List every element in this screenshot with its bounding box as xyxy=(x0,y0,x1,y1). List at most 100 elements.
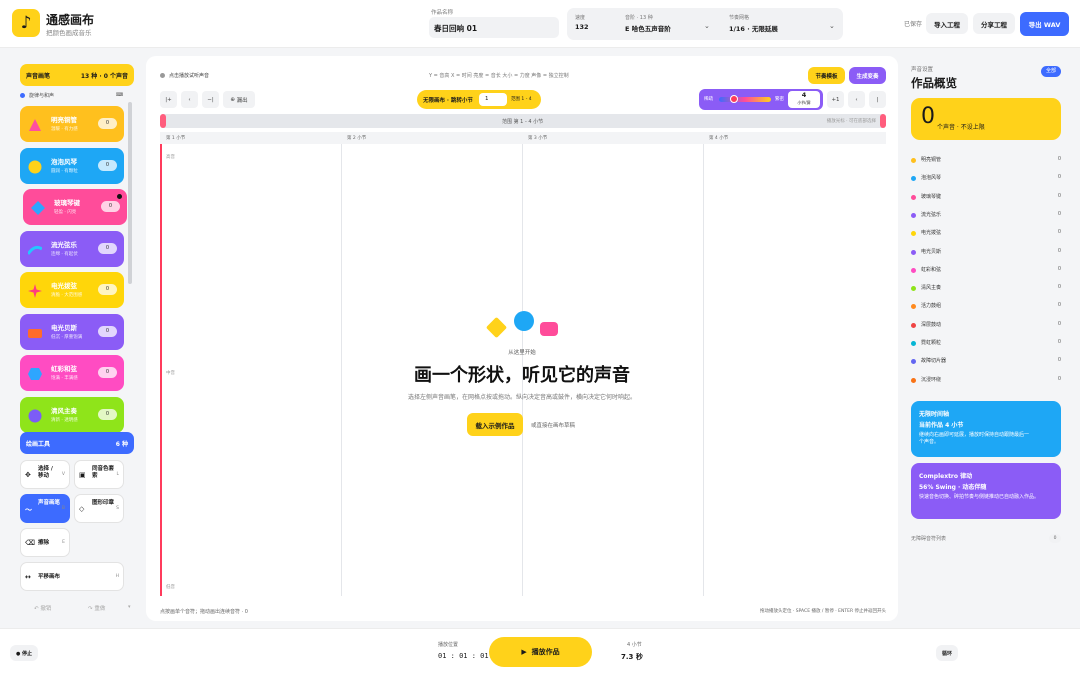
project-name-input[interactable]: 春日回响 01 xyxy=(429,17,559,38)
tool-button[interactable]: 〜声音画笔 B xyxy=(20,494,70,523)
play-hint: 点击播放试听声音 xyxy=(169,73,210,79)
instrument-item[interactable]: 玻璃琴键 轻盈 · 闪亮 0 xyxy=(23,189,127,225)
diamond-shape-icon xyxy=(31,200,45,215)
keyboard-icon: ⌨ xyxy=(116,92,124,98)
saved-status: 已保存 xyxy=(904,21,923,28)
overview-row: 流光弦乐 0 xyxy=(911,209,1061,221)
overview-row: 虹彩和弦 0 xyxy=(911,264,1061,276)
tool-icon: ✥ xyxy=(25,471,31,479)
accessible-list-label[interactable]: 无障碍音符列表 xyxy=(911,535,946,542)
instrument-count: 0 xyxy=(98,242,117,254)
load-example-button[interactable]: 载入示例作品 xyxy=(467,413,523,436)
tool-label: 平移画布 xyxy=(38,574,61,580)
density-control: 稀疏 繁密 4 小节/屏 xyxy=(699,89,823,110)
instrument-name: 流光弦乐 xyxy=(51,240,77,249)
brush-title: 声音画笔 xyxy=(26,73,51,80)
bar-ruler: 第 1 小节 第 2 小节 第 3 小节 第 4 小节 xyxy=(160,132,886,144)
go-end-button[interactable]: | xyxy=(869,91,886,108)
grid-select[interactable]: 1/16 · 无限延展 xyxy=(729,23,778,33)
overview-row-value: 0 xyxy=(1057,247,1061,254)
infinite-label: 无限画布 · 跳转小节 xyxy=(423,98,473,104)
app-header: ♪ 通感画布 把颜色画成音乐 作品名称 春日回响 01 速度 132 音阶 · … xyxy=(0,0,1080,48)
color-dot xyxy=(911,286,916,292)
overview-row-value: 0 xyxy=(1057,174,1061,181)
project-overview-panel: 声音设置 作品概览 全部 0 个声音 · 不设上限 明亮铜管 0 泡泡风琴 0 玻璃琴键… xyxy=(911,62,1061,547)
generate-variation-button[interactable]: 生成变奏 xyxy=(849,67,886,84)
circle-shape-icon xyxy=(514,311,534,331)
tool-button[interactable]: ↔ 平移画布 H xyxy=(20,562,124,591)
range-end-handle[interactable] xyxy=(880,114,886,128)
overview-row: 明亮铜管 0 xyxy=(911,154,1061,166)
density-slider-handle[interactable] xyxy=(730,95,738,103)
go-start-button[interactable]: |+ xyxy=(160,91,177,108)
tool-label: 同音色套索 xyxy=(92,466,115,479)
bar-jump-input[interactable]: 1 xyxy=(479,93,507,106)
tool-icon: 〜 xyxy=(25,506,32,514)
wave-shape-icon xyxy=(26,242,43,256)
zoom-in-button[interactable]: +1 xyxy=(827,91,844,108)
timeline-range-bar[interactable]: 范围 第 1 - 4 小节 播放光标 · 可在底部选择 xyxy=(160,114,886,128)
instrument-count: 0 xyxy=(98,284,117,295)
instrument-count: 0 xyxy=(98,118,117,129)
tool-button[interactable]: ◇ 图形印章 S xyxy=(74,494,124,523)
instrument-item[interactable]: 流光弦乐 连绵 · 有起伏 0 xyxy=(20,230,124,267)
scroll-down-icon[interactable]: ▾ xyxy=(128,604,131,610)
range-start-handle[interactable] xyxy=(160,114,166,128)
instrument-item[interactable]: 电光贝斯 低沉 · 厚重饱满 0 xyxy=(20,313,124,350)
overview-row-value: 0 xyxy=(1057,284,1061,291)
overview-row: 活力鼓组 0 xyxy=(911,300,1061,312)
overview-row: 泡泡风琴 0 xyxy=(911,172,1061,184)
tool-shortcut: H xyxy=(115,574,119,579)
tool-shortcut: B xyxy=(61,506,65,511)
density-slider[interactable] xyxy=(719,97,771,102)
loop-button[interactable]: 循环 xyxy=(936,645,958,661)
instrument-item[interactable]: 泡泡风琴 圆润 · 有颗粒 0 xyxy=(20,147,124,184)
overview-section-label: 声音设置 xyxy=(911,67,934,73)
zoom-button[interactable]: ⊕ 漏出 xyxy=(223,91,255,108)
selected-indicator xyxy=(117,194,122,199)
scrollbar[interactable] xyxy=(128,102,132,284)
overview-row-value: 0 xyxy=(1057,320,1061,327)
overview-row: 深层鼓动 0 xyxy=(911,319,1061,331)
chevron-down-icon[interactable]: ⌄ xyxy=(704,22,710,30)
rewind-button[interactable]: −| xyxy=(202,91,219,108)
scale-select[interactable]: E 哈色五声音阶 xyxy=(625,23,671,33)
import-button[interactable]: 导入工程 xyxy=(926,13,968,34)
tool-button[interactable]: ✥ 选择 / 移动 V xyxy=(20,460,70,489)
tool-label: 声音画笔 xyxy=(38,500,61,506)
circle-shape-icon xyxy=(28,408,42,422)
star-shape-icon xyxy=(28,283,42,298)
instrument-item[interactable]: 明亮铜管 温暖 · 有力感 0 xyxy=(20,106,124,142)
export-wav-button[interactable]: 导出 WAV xyxy=(1020,12,1069,36)
redo-button[interactable]: ↷ 重做 xyxy=(88,604,105,612)
overview-row: 电光贝斯 0 xyxy=(911,246,1061,258)
card2-title: Complextro 律动 xyxy=(919,473,973,480)
instrument-name: 玻璃琴键 xyxy=(54,199,80,207)
all-badge[interactable]: 全部 xyxy=(1041,66,1061,77)
instrument-item[interactable]: 虹彩和弦 饱满 · 丰满感 0 xyxy=(20,355,124,391)
next-button[interactable]: ‹ xyxy=(848,91,865,108)
step-back-button[interactable]: ‹ xyxy=(181,91,198,108)
rhythm-template-button[interactable]: 节奏模板 xyxy=(808,67,845,84)
instrument-count: 0 xyxy=(98,325,117,337)
tool-button[interactable]: ⌫ 擦除 E xyxy=(20,528,70,557)
overview-row-value: 0 xyxy=(1057,302,1061,309)
overview-row-name: 电光拨弦 xyxy=(921,230,942,237)
project-settings: 速度 132 音阶 · 13 种 E 哈色五声音阶 ⌄ 节奏网格 1/16 · … xyxy=(567,8,843,40)
tempo-value[interactable]: 132 xyxy=(575,23,589,31)
bars-per-screen[interactable]: 4 小节/屏 xyxy=(788,91,820,108)
tool-shortcut: E xyxy=(62,540,65,545)
empty-headline: 画一个形状，听见它的声音 xyxy=(414,365,630,386)
instrument-item[interactable]: 清风主奏 清新 · 透明感 0 xyxy=(20,396,124,433)
stop-button[interactable]: ● 停止 xyxy=(10,645,38,661)
chevron-down-icon[interactable]: ⌄ xyxy=(829,22,835,30)
tool-button[interactable]: ▣ 同音色套索 L xyxy=(74,460,124,489)
share-button[interactable]: 分享工程 xyxy=(973,13,1015,34)
instrument-item[interactable]: 电光拨弦 清脆 · 大范围感 0 xyxy=(20,272,124,308)
play-button[interactable]: ▶ 播放作品 xyxy=(489,637,592,667)
tools-count: 6 种 xyxy=(115,441,128,448)
overview-row-value: 0 xyxy=(1057,156,1061,162)
undo-button[interactable]: ↶ 撤销 xyxy=(34,604,51,612)
color-dot xyxy=(911,267,916,273)
hex-shape-icon xyxy=(28,366,42,380)
